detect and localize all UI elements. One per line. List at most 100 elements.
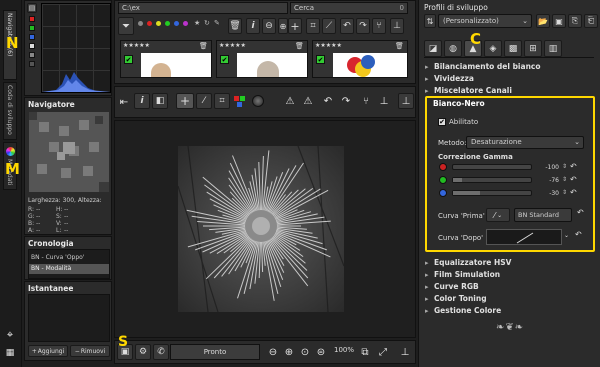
flip-v-icon[interactable]: ⊥ [376, 93, 392, 109]
search-field[interactable]: Cerca 0 [290, 2, 408, 14]
star-filter-icon[interactable]: ★ [194, 19, 200, 27]
rotate-icon[interactable]: ↻ [204, 19, 210, 27]
gamma-blue-spin-icon[interactable]: ⇕ [562, 189, 567, 196]
preview-mode-icon[interactable] [252, 95, 264, 107]
crosshair-tool-icon[interactable]: + [288, 18, 302, 34]
thumb-3-check-icon[interactable]: ✔ [316, 55, 325, 64]
edited-filter-icon[interactable]: ✎ [214, 19, 220, 27]
luminance-toggle[interactable] [29, 43, 35, 49]
red-channel-toggle[interactable] [29, 16, 35, 22]
bw-enabled-checkbox[interactable]: ✔ [438, 118, 446, 126]
add-snapshot-button[interactable]: + Aggiungi [28, 345, 68, 357]
hide-bottom-panel-icon[interactable]: ⊥ [398, 344, 412, 360]
fullscreen-icon[interactable]: ⤢ [376, 344, 390, 360]
path-input[interactable]: C:\ex [118, 2, 288, 14]
rotate-cw-icon[interactable]: ↷ [338, 93, 354, 109]
history-item-selected[interactable]: BN - Modalità [29, 264, 109, 274]
tab-exposure-icon[interactable]: ◍ [444, 40, 462, 57]
histogram-opts-icon[interactable]: ▤ [27, 3, 37, 13]
new-window-icon[interactable]: ⧉ [358, 344, 372, 360]
flip-h-icon[interactable]: ⑂ [358, 93, 374, 109]
curve-before-button[interactable]: ⁄ ⌄ [486, 208, 510, 222]
rotate-right-icon[interactable]: ↷ [356, 18, 370, 34]
raw-toggle[interactable] [29, 61, 35, 67]
straighten-icon[interactable]: ⟋ [322, 18, 336, 34]
profile-select[interactable]: (Personalizzato) ⌄ [438, 14, 532, 28]
history-item[interactable]: BN - Curva 'Oppo' [31, 254, 107, 261]
section-vibrance[interactable]: Vividezza [425, 74, 593, 84]
gamma-green-slider[interactable] [452, 177, 532, 183]
section-color-management[interactable]: Gestione Colore [425, 306, 593, 316]
remove-snapshot-button[interactable]: − Rimuovi [70, 345, 110, 357]
gamma-red-value[interactable]: -100 [535, 164, 559, 171]
section-color-toning[interactable]: Color Toning [425, 294, 593, 304]
curve-after-reset-icon[interactable]: ↶ [575, 230, 582, 239]
filter-icon[interactable]: ⏷ [118, 17, 134, 35]
tab-color-icon[interactable]: ◈ [484, 40, 502, 57]
trash-icon[interactable]: 🗑 [228, 18, 242, 34]
rotate-ccw-icon[interactable]: ↶ [320, 93, 336, 109]
tab-wavelet-icon[interactable]: ▩ [504, 40, 522, 57]
chroma-toggle[interactable] [29, 52, 35, 58]
zoom-fit-icon[interactable]: ⊙ [298, 344, 312, 360]
tab-raw-icon[interactable]: ▥ [544, 40, 562, 57]
profile-sort-icon[interactable]: ⇅ [424, 14, 436, 28]
curve-before-reset-icon[interactable]: ↶ [577, 208, 584, 217]
gamma-red-slider[interactable] [452, 164, 532, 170]
tab-favorites-icon[interactable]: ◪ [424, 40, 442, 57]
preview-image[interactable] [178, 146, 344, 312]
thumbnail-1[interactable]: ★★★★★ 🗑 ✔ [120, 40, 212, 78]
method-select[interactable]: Desaturazione ⌄ [466, 136, 584, 149]
crosshair-icon[interactable]: ⌖ [3, 328, 17, 342]
thumb-1-trash-icon[interactable]: 🗑 [199, 42, 208, 50]
gamma-red-reset-icon[interactable]: ↶ [570, 162, 577, 171]
crop-tool-icon[interactable]: ⌗ [214, 93, 230, 109]
zoom-out-icon[interactable]: ⊖ [262, 18, 276, 34]
thumb-2-trash-icon[interactable]: 🗑 [295, 42, 304, 50]
thumb-2-check-icon[interactable]: ✔ [220, 55, 229, 64]
zoom-in-icon[interactable]: ⊕ [278, 18, 288, 34]
gamma-blue-reset-icon[interactable]: ↶ [570, 188, 577, 197]
zoom-100-icon[interactable]: ⊜ [314, 344, 328, 360]
flip-icon[interactable]: ⑂ [372, 18, 386, 34]
before-after-icon[interactable]: ◧ [152, 93, 168, 109]
section-film-simulation[interactable]: Film Simulation [425, 270, 593, 280]
navigator-preview[interactable] [29, 112, 109, 192]
label-blue-dot[interactable] [174, 21, 179, 26]
color-picker-icon[interactable] [232, 93, 248, 109]
bw-title[interactable]: Bianco-Nero [433, 99, 485, 108]
curve-after-editor[interactable] [486, 229, 562, 245]
label-purple-dot[interactable] [183, 21, 188, 26]
thumbnail-2[interactable]: ★★★★★ 🗑 ✔ [216, 40, 308, 78]
gamma-blue-slider[interactable] [452, 190, 532, 196]
label-none-dot[interactable] [138, 21, 143, 26]
thumbnail-3[interactable]: ★★★★★ 🗑 ✔ [312, 40, 408, 78]
curve-before-select[interactable]: BN Standard [514, 208, 572, 222]
gamma-green-reset-icon[interactable]: ↶ [570, 175, 577, 184]
gamma-green-spin-icon[interactable]: ⇕ [562, 176, 567, 183]
hide-top-panel-icon[interactable]: ⊥ [398, 93, 414, 109]
editor-info-icon[interactable]: i [134, 93, 150, 109]
section-hsv-equalizer[interactable]: Equalizzatore HSV [425, 258, 593, 268]
open-profile-icon[interactable]: 📂 [536, 14, 550, 28]
hand-tool-icon[interactable]: + [176, 93, 194, 109]
flip-vertical-icon[interactable]: ⊥ [390, 18, 404, 34]
warning-highlights-icon[interactable]: ⚠ [282, 93, 298, 109]
section-white-balance[interactable]: Bilanciamento del bianco [425, 62, 593, 72]
tab-transform-icon[interactable]: ⊞ [524, 40, 542, 57]
thumb-3-trash-icon[interactable]: 🗑 [395, 42, 404, 50]
wb-picker-icon[interactable]: ⁄ [196, 93, 212, 109]
label-red-dot[interactable] [147, 21, 152, 26]
copy-profile-icon[interactable]: ⎘ [568, 14, 582, 28]
warning-shadows-icon[interactable]: ⚠ [300, 93, 316, 109]
paste-profile-icon[interactable]: ⎗ [584, 14, 598, 28]
zoom-in-footer-icon[interactable]: ⊕ [282, 344, 296, 360]
crop-icon[interactable]: ⌗ [306, 18, 320, 34]
tab-dev-queue[interactable]: Coda di sviluppo [3, 82, 17, 140]
queue-icon[interactable]: ⚙ [135, 344, 151, 360]
green-channel-toggle[interactable] [29, 25, 35, 31]
rotate-left-icon[interactable]: ↶ [340, 18, 354, 34]
hide-left-panel-icon[interactable]: ⇤ [118, 94, 130, 110]
external-editor-icon[interactable]: ✆ [153, 344, 169, 360]
section-channel-mixer[interactable]: Miscelatore Canali [425, 86, 593, 96]
